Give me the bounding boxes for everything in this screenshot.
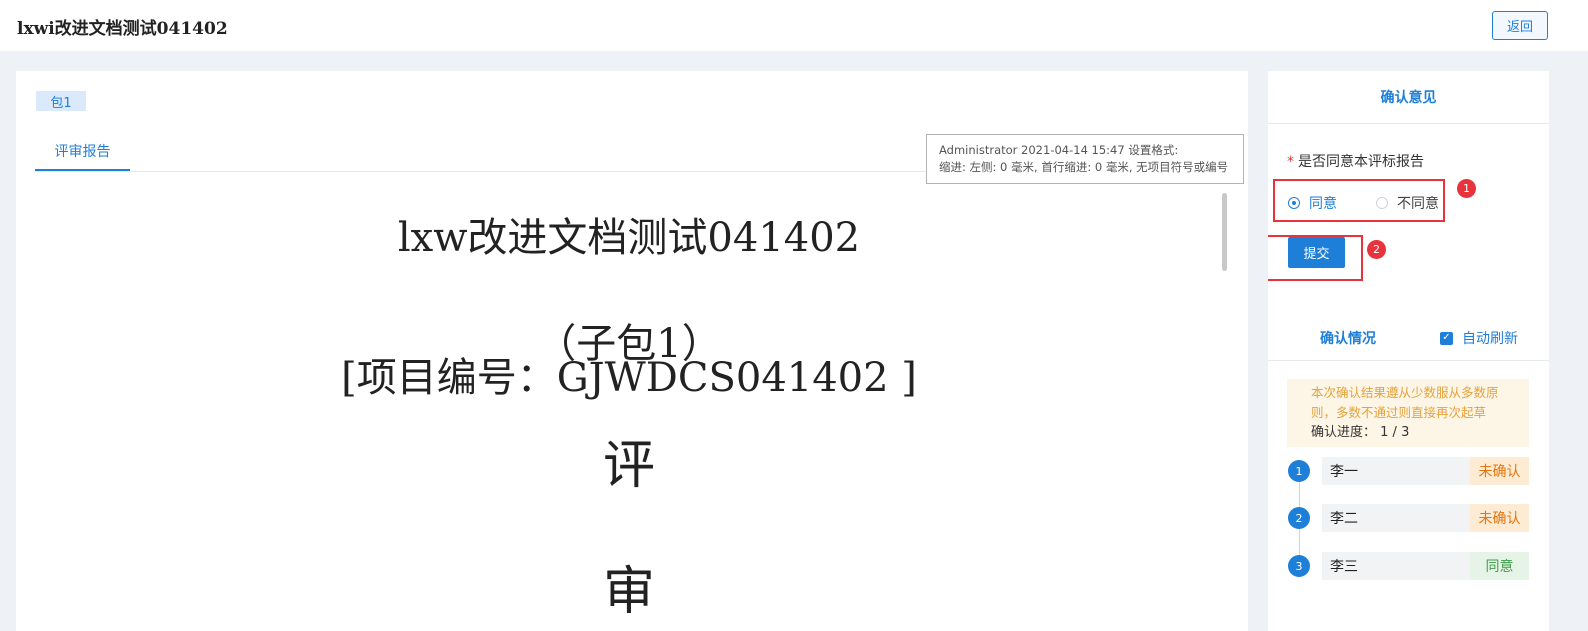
auto-refresh-checkbox[interactable]: ✓ 自动刷新 <box>1440 328 1518 348</box>
person-name: 李三 <box>1322 552 1470 580</box>
confirm-sidebar: 确认意见 * 是否同意本评标报告 同意 不同意 1 提交 2 确认情况 ✓ 自动刷… <box>1268 71 1549 631</box>
status-badge: 未确认 <box>1470 504 1529 532</box>
progress-label: 确认进度： <box>1311 425 1377 440</box>
tab-review-report[interactable]: 评审报告 <box>35 133 130 171</box>
confirm-notice: 本次确认结果遵从少数服从多数原则，多数不通过则直接再次起草 确认进度： 1 / … <box>1287 379 1529 447</box>
document-heading-char-1: 评 <box>602 436 655 496</box>
status-badge: 同意 <box>1470 552 1529 580</box>
submit-button[interactable]: 提交 <box>1288 237 1345 268</box>
top-bar: lxwi改进文档测试041402 返回 <box>0 0 1588 51</box>
document-scrollbar[interactable] <box>1222 193 1227 271</box>
confirm-status-header: 确认情况 ✓ 自动刷新 <box>1268 316 1549 361</box>
step-number: 2 <box>1288 507 1310 529</box>
confirm-row: 1 李一 未确认 <box>1268 457 1549 485</box>
page-title: lxwi改进文档测试041402 <box>17 19 228 39</box>
step-number: 3 <box>1288 555 1310 577</box>
radio-disagree-dot[interactable] <box>1376 197 1388 209</box>
auto-refresh-label: 自动刷新 <box>1462 331 1518 347</box>
document-heading-char-2: 审 <box>602 562 655 622</box>
radio-disagree[interactable]: 不同意 <box>1376 193 1439 213</box>
notice-text: 本次确认结果遵从少数服从多数原则，多数不通过则直接再次起草 <box>1311 385 1499 420</box>
document-viewer[interactable]: lxw改进文档测试041402 （子包1） [项目编号：GJWDCS041402… <box>35 189 1223 631</box>
progress-value: 1 / 3 <box>1380 425 1410 440</box>
required-mark: * <box>1287 154 1294 170</box>
package-tag: 包1 <box>36 91 86 111</box>
confirm-progress: 确认进度： 1 / 3 <box>1311 423 1517 443</box>
document-project-number: [项目编号：GJWDCS041402 ] <box>341 355 917 401</box>
radio-agree[interactable]: 同意 <box>1288 193 1337 213</box>
radio-agree-label: 同意 <box>1309 196 1337 212</box>
person-name: 李一 <box>1322 457 1470 485</box>
annotation-badge-1: 1 <box>1457 179 1476 198</box>
annotation-badge-2: 2 <box>1367 240 1386 259</box>
question-text: 是否同意本评标报告 <box>1298 154 1424 170</box>
person-name: 李二 <box>1322 504 1470 532</box>
confirm-row: 3 李三 同意 <box>1268 552 1549 580</box>
confirm-status-title: 确认情况 <box>1320 331 1376 347</box>
confirm-row: 2 李二 未确认 <box>1268 504 1549 532</box>
format-change-tooltip: Administrator 2021-04-14 15:47 设置格式: 缩进:… <box>926 134 1244 184</box>
step-number: 1 <box>1288 460 1310 482</box>
report-panel: 包1 评审报告 lxw改进文档测试041402 （子包1） [项目编号：GJWD… <box>16 71 1248 631</box>
radio-agree-dot[interactable] <box>1288 197 1300 209</box>
checkbox-checked-icon[interactable]: ✓ <box>1440 331 1453 345</box>
radio-disagree-label: 不同意 <box>1397 196 1439 212</box>
tooltip-line-1: Administrator 2021-04-14 15:47 设置格式: <box>939 143 1179 157</box>
opinion-header: 确认意见 <box>1268 71 1549 124</box>
status-badge: 未确认 <box>1470 457 1529 485</box>
agree-question-label: * 是否同意本评标报告 <box>1287 151 1424 171</box>
back-button[interactable]: 返回 <box>1492 11 1548 40</box>
tooltip-line-2: 缩进: 左侧: 0 毫米, 首行缩进: 0 毫米, 无项目符号或编号 <box>939 160 1229 174</box>
document-title: lxw改进文档测试041402 <box>397 215 861 261</box>
